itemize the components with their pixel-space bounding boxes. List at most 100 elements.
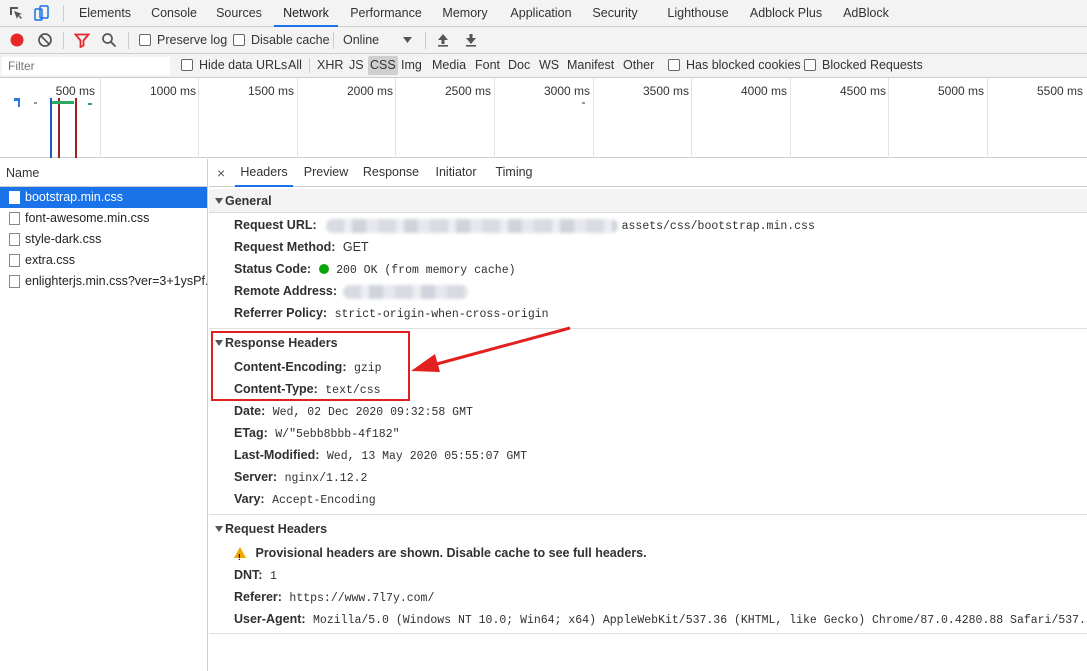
- header-key: DNT:: [234, 568, 263, 582]
- request-row[interactable]: enlighterjs.min.css?ver=3+1ysPf...: [0, 271, 207, 292]
- filter-icon[interactable]: [74, 32, 90, 48]
- export-har-icon[interactable]: [463, 32, 479, 48]
- load-event-marker: [58, 98, 60, 158]
- timeline-gridline: [198, 78, 199, 158]
- request-row[interactable]: bootstrap.min.css: [0, 187, 207, 208]
- toolbar-divider: [63, 32, 64, 49]
- toolbar-divider: [309, 58, 310, 73]
- has-blocked-cookies-checkbox[interactable]: [668, 59, 680, 71]
- inspect-element-icon[interactable]: [8, 5, 24, 21]
- timeline-gridline: [297, 78, 298, 158]
- tab-console[interactable]: Console: [143, 0, 205, 27]
- status-code-row: Status Code: 200 OK (from memory cache): [234, 259, 516, 279]
- tab-lighthouse[interactable]: Lighthouse: [662, 0, 734, 27]
- request-url-value: assets/css/bootstrap.min.css: [621, 220, 815, 233]
- blocked-requests-label: Blocked Requests: [822, 58, 923, 72]
- toolbar-divider: [128, 32, 129, 49]
- request-name: extra.css: [25, 253, 76, 267]
- tab-adblock-plus[interactable]: Adblock Plus: [745, 0, 827, 27]
- tab-sources[interactable]: Sources: [210, 0, 268, 27]
- file-icon: [9, 275, 20, 288]
- timeline-tick-label: 2000 ms: [346, 84, 393, 98]
- request-list: Name bootstrap.min.css font-awesome.min.…: [0, 159, 208, 671]
- search-icon[interactable]: [101, 32, 117, 48]
- timeline-gridline: [691, 78, 692, 158]
- timeline-gridline: [888, 78, 889, 158]
- filter-type-css[interactable]: CSS: [368, 56, 398, 75]
- network-overview-timeline[interactable]: 500 ms 1000 ms 1500 ms 2000 ms 2500 ms 3…: [0, 78, 1087, 158]
- request-url-row: Request URL: assets/css/bootstrap.min.cs…: [234, 215, 815, 235]
- name-column-header[interactable]: Name: [0, 159, 207, 187]
- request-name: style-dark.css: [25, 232, 102, 246]
- tab-network[interactable]: Network: [274, 0, 338, 27]
- filter-type-media[interactable]: Media: [430, 56, 468, 75]
- filter-type-doc[interactable]: Doc: [506, 56, 532, 75]
- request-bar: [88, 103, 92, 105]
- filter-type-js[interactable]: JS: [347, 56, 366, 75]
- tab-response[interactable]: Response: [359, 159, 423, 187]
- request-method-key: Request Method:: [234, 240, 336, 254]
- tab-headers[interactable]: Headers: [235, 159, 293, 187]
- header-key: Date:: [234, 404, 266, 418]
- header-value: Wed, 02 Dec 2020 09:32:58 GMT: [272, 406, 473, 419]
- clear-icon[interactable]: [37, 32, 53, 48]
- network-toolbar: Preserve log Disable cache Online: [0, 27, 1087, 54]
- device-toolbar-icon[interactable]: [34, 5, 50, 21]
- filter-type-font[interactable]: Font: [473, 56, 502, 75]
- timeline-gridline: [395, 78, 396, 158]
- blocked-requests-checkbox[interactable]: [804, 59, 816, 71]
- filter-type-other[interactable]: Other: [621, 56, 656, 75]
- status-ok-icon: [318, 264, 329, 274]
- tab-elements[interactable]: Elements: [72, 0, 138, 27]
- file-icon: [9, 254, 20, 267]
- referrer-policy-row: Referrer Policy: strict-origin-when-cros…: [234, 303, 549, 323]
- tab-timing[interactable]: Timing: [489, 159, 539, 187]
- header-key: Referer:: [234, 590, 282, 604]
- tab-security[interactable]: Security: [586, 0, 644, 27]
- tab-application[interactable]: Application: [503, 0, 579, 27]
- tab-initiator[interactable]: Initiator: [429, 159, 483, 187]
- filter-input[interactable]: [2, 57, 170, 75]
- general-section-header[interactable]: General: [209, 189, 1087, 213]
- timeline-gridline: [987, 78, 988, 158]
- filter-type-ws[interactable]: WS: [537, 56, 561, 75]
- request-row[interactable]: font-awesome.min.css: [0, 208, 207, 229]
- request-row[interactable]: style-dark.css: [0, 229, 207, 250]
- filter-type-img[interactable]: Img: [399, 56, 424, 75]
- header-key: Vary:: [234, 492, 265, 506]
- tab-memory[interactable]: Memory: [434, 0, 496, 27]
- request-header-row: Referer: https://www.7l7y.com/: [234, 587, 434, 607]
- response-header-row: Last-Modified: Wed, 13 May 2020 05:55:07…: [234, 445, 527, 465]
- request-detail-pane: × Headers Preview Response Initiator Tim…: [209, 159, 1087, 671]
- dom-content-loaded-marker: [50, 98, 52, 158]
- request-row[interactable]: extra.css: [0, 250, 207, 271]
- filter-bar: Hide data URLs All XHR JS CSS Img Media …: [0, 54, 1087, 78]
- response-header-row: Date: Wed, 02 Dec 2020 09:32:58 GMT: [234, 401, 473, 421]
- hide-data-urls-label: Hide data URLs: [199, 58, 288, 72]
- section-divider: [209, 514, 1087, 515]
- import-har-icon[interactable]: [435, 32, 451, 48]
- status-code-value: 200 OK (from memory cache): [336, 264, 516, 277]
- tab-adblock[interactable]: AdBlock: [837, 0, 895, 27]
- tab-preview[interactable]: Preview: [299, 159, 353, 187]
- timeline-tick-label: 4500 ms: [839, 84, 886, 98]
- request-bar: [34, 102, 37, 104]
- file-icon: [9, 191, 20, 204]
- hide-data-urls-checkbox[interactable]: [181, 59, 193, 71]
- request-url-key: Request URL:: [234, 218, 317, 232]
- disable-cache-checkbox[interactable]: [233, 34, 245, 46]
- detail-tab-bar: × Headers Preview Response Initiator Tim…: [209, 159, 1087, 187]
- response-header-row: Vary: Accept-Encoding: [234, 489, 376, 509]
- request-bar: [52, 101, 74, 104]
- chevron-down-icon[interactable]: [403, 37, 412, 44]
- throttling-select[interactable]: Online: [343, 27, 379, 53]
- tab-performance[interactable]: Performance: [346, 0, 426, 27]
- filter-type-manifest[interactable]: Manifest: [565, 56, 616, 75]
- filter-type-xhr[interactable]: XHR: [315, 56, 345, 75]
- filter-type-all[interactable]: All: [286, 56, 304, 75]
- referrer-policy-key: Referrer Policy:: [234, 306, 328, 320]
- record-icon[interactable]: [9, 32, 25, 48]
- preserve-log-checkbox[interactable]: [139, 34, 151, 46]
- request-headers-section-header[interactable]: Request Headers: [209, 517, 1087, 541]
- close-icon[interactable]: ×: [217, 165, 225, 181]
